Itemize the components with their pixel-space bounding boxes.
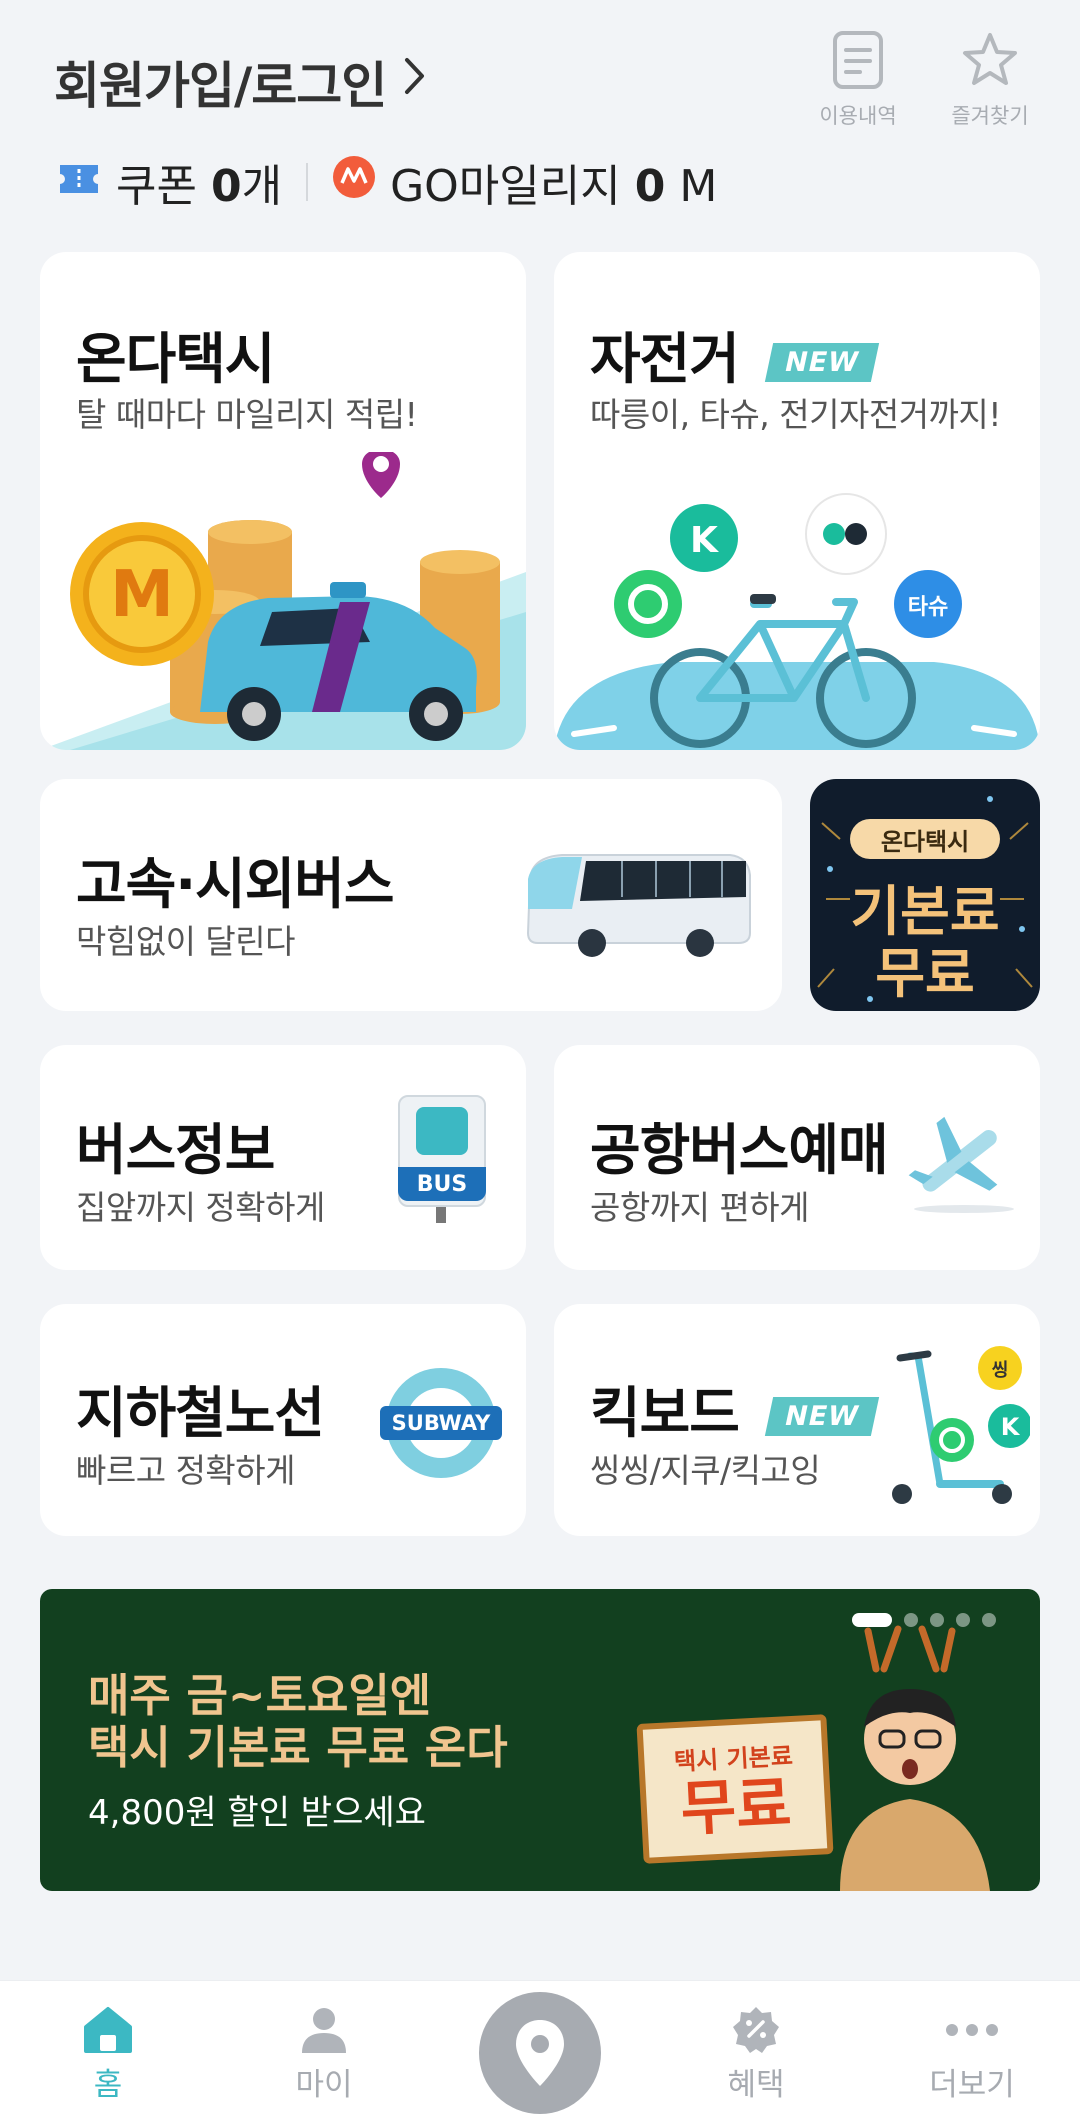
nav-my[interactable]: 마이 [234,1981,414,2104]
star-icon [960,30,1020,94]
subway-sign-icon: SUBWAY [380,1368,502,1478]
ssing-label: 씽 [992,1360,1009,1381]
mileage-link[interactable]: GO마일리지 0 M [390,150,717,214]
location-pin-icon [516,2020,564,2086]
airport-bus-subtitle: 공항까지 편하게 [590,1188,810,1227]
coupon-link[interactable]: 쿠폰 0개 [116,150,282,214]
svg-text:K: K [690,520,719,561]
receipt-icon [832,30,884,94]
nav-benefits[interactable]: 혜택 [666,1981,846,2104]
bike-subtitle: 따릉이, 타슈, 전기자전거까지! [590,395,1002,434]
promo-banner[interactable]: 매주 금~토요일엔 택시 기본료 무료 온다 4,800원 할인 받으세요 택시… [40,1589,1040,1891]
taxi-card[interactable]: 온다택시 탈 때마다 마일리지 적립! M [40,252,526,750]
nav-benefits-label: 혜택 [727,2067,785,2103]
bus-info-subtitle: 집앞까지 정확하게 [76,1188,325,1227]
top-actions: 이용내역 즐겨찾기 [812,30,1036,130]
airport-bus-card[interactable]: 공항버스예매 공항까지 편하게 [554,1045,1040,1270]
favorites-label: 즐겨찾기 [951,104,1029,128]
bus-stop-sign-icon: BUS [398,1095,488,1223]
bus-sign-text: BUS [398,1167,486,1201]
discount-badge-icon [733,2007,779,2053]
bike-illustration: K 타슈 [554,493,1040,750]
express-bus-subtitle: 막힘없이 달린다 [76,922,296,961]
coupon-unit: 개 [241,161,283,212]
login-link[interactable]: 회원가입/로그인 [54,46,426,118]
kickboard-illustration: 씽 K [892,1346,1030,1504]
wallet-summary: 쿠폰 0개 GO마일리지 0 M [56,150,717,214]
home-icon [84,2007,132,2053]
bike-title: 자전거 NEW [590,314,879,394]
history-label: 이용내역 [819,104,897,128]
divider [306,163,309,201]
express-bus-card[interactable]: 고속·시외버스 막힘없이 달린다 [40,779,782,1011]
promo-tag: 온다택시 [850,819,1000,859]
taxi-title: 온다택시 [76,327,275,391]
favorites-button[interactable]: 즐겨찾기 [944,30,1036,130]
more-dots-icon [946,2024,998,2036]
svg-text:K: K [1001,1413,1021,1441]
taxi-illustration: M [40,452,526,750]
history-button[interactable]: 이용내역 [812,30,904,130]
nav-more-label: 더보기 [929,2067,1015,2103]
taxi-free-promo-tile[interactable]: 온다택시 기본료 무료 [810,779,1040,1011]
banner-sign-main: 무료 [678,1768,793,1845]
person-icon [302,2008,346,2053]
kickboard-subtitle: 씽씽/지쿠/킥고잉 [590,1451,821,1490]
location-button[interactable] [479,1992,601,2114]
express-bus-title: 고속·시외버스 [76,852,394,916]
banner-line2: 택시 기본료 무료 온다 [88,1721,508,1774]
mileage-label: GO마일리지 [390,161,621,212]
tashu-label: 타슈 [908,595,948,620]
mileage-unit: M [679,161,718,212]
nav-home[interactable]: 홈 [18,1981,198,2104]
subway-card[interactable]: 지하철노선 빠르고 정확하게 SUBWAY [40,1304,526,1536]
login-title: 회원가입/로그인 [54,57,387,115]
promo-line2: 무료 [875,942,975,1005]
kickboard-title: 킥보드 NEW [590,1368,879,1448]
airplane-icon [908,1116,1014,1213]
coupon-label: 쿠폰 [116,161,197,212]
coupon-count: 0 [210,161,242,212]
nav-my-label: 마이 [295,2067,353,2103]
banner-line3: 4,800원 할인 받으세요 [88,1793,426,1833]
subway-title: 지하철노선 [76,1381,325,1445]
nav-more[interactable]: 더보기 [882,1981,1062,2104]
svg-text:M: M [110,558,174,632]
subway-subtitle: 빠르고 정확하게 [76,1451,296,1490]
kickboard-card[interactable]: 킥보드 NEW 씽씽/지쿠/킥고잉 씽 K [554,1304,1040,1536]
new-badge: NEW [764,1397,879,1437]
mileage-icon [332,155,376,210]
new-badge: NEW [764,343,879,383]
banner-sign: 택시 기본료 무료 [636,1714,834,1864]
kickboard-title-text: 킥보드 [590,1381,740,1445]
taxi-subtitle: 탈 때마다 마일리지 적립! [76,395,418,434]
bike-card[interactable]: 자전거 NEW 따릉이, 타슈, 전기자전거까지! K 타슈 [554,252,1040,750]
subway-sign-text: SUBWAY [380,1406,502,1440]
bus-info-card[interactable]: 버스정보 집앞까지 정확하게 BUS [40,1045,526,1270]
airport-bus-title: 공항버스예매 [590,1118,889,1182]
coupon-icon [56,157,102,208]
bike-title-text: 자전거 [590,327,740,391]
chevron-right-icon [404,52,426,106]
bus-info-title: 버스정보 [76,1118,275,1182]
bus-illustration [526,854,751,957]
nav-home-label: 홈 [93,2067,123,2103]
mileage-value: 0 [634,161,666,212]
